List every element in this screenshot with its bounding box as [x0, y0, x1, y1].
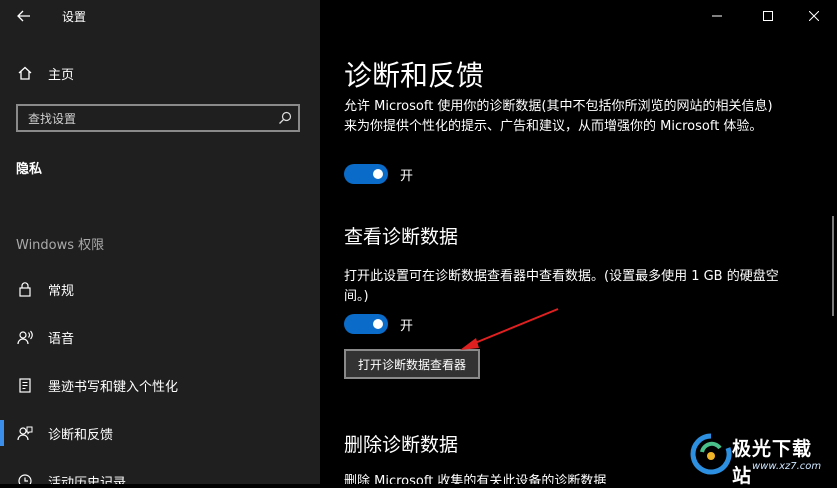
search-box[interactable] [16, 104, 300, 132]
section-title: 隐私 [16, 162, 43, 177]
sidebar-item-inking-typing[interactable]: 墨迹书写和键入个性化 [0, 365, 320, 405]
sidebar: 设置 主页 隐私 Windows 权限 常规 [0, 0, 320, 484]
group-header: Windows 权限 [16, 238, 105, 253]
sidebar-item-home[interactable]: 主页 [0, 53, 320, 93]
close-icon [809, 11, 819, 21]
sidebar-item-label: 活动历史记录 [48, 475, 127, 485]
delete-diagnostic-data-title: 删除诊断数据 [344, 434, 459, 456]
scrollbar-thumb[interactable] [832, 216, 834, 316]
toggle-knob [373, 319, 383, 329]
toggle-knob [373, 169, 383, 179]
diagnostic-data-toggle[interactable] [344, 164, 388, 184]
history-icon [16, 472, 34, 484]
sidebar-item-general[interactable]: 常规 [0, 269, 320, 309]
window-title: 设置 [62, 10, 87, 24]
sidebar-item-activity-history[interactable]: 活动历史记录 [0, 461, 320, 484]
watermark: 极光下载站 www.xz7.com [690, 430, 830, 487]
diagnostic-data-description: 允许 Microsoft 使用你的诊断数据(其中不包括你所浏览的网站的相关信息)… [344, 99, 773, 134]
main-content: 诊断和反馈 允许 Microsoft 使用你的诊断数据(其中不包括你所浏览的网站… [320, 0, 837, 484]
sidebar-item-label: 常规 [48, 283, 75, 299]
home-icon [16, 64, 34, 82]
sidebar-item-diagnostics-feedback[interactable]: 诊断和反馈 [0, 413, 320, 453]
feedback-icon [16, 424, 34, 442]
watermark-url: www.xz7.com [752, 461, 822, 472]
toggle-state-label: 开 [400, 169, 414, 184]
watermark-logo-icon [690, 433, 732, 475]
back-button[interactable] [12, 6, 36, 26]
close-button[interactable] [791, 0, 837, 32]
pen-document-icon [16, 376, 34, 394]
page-title: 诊断和反馈 [344, 59, 485, 92]
view-diagnostic-data-description: 打开此设置可在诊断数据查看器中查看数据。(设置最多使用 1 GB 的硬盘空间。) [344, 269, 779, 304]
sidebar-item-label: 墨迹书写和键入个性化 [48, 379, 179, 395]
sidebar-item-speech[interactable]: 语音 [0, 317, 320, 357]
minimize-icon [712, 15, 722, 17]
selected-indicator [0, 420, 4, 446]
maximize-icon [763, 11, 773, 21]
search-input[interactable] [26, 109, 270, 129]
search-icon[interactable] [278, 111, 292, 125]
maximize-button[interactable] [745, 0, 791, 32]
back-arrow-icon [17, 10, 30, 22]
sidebar-item-label: 主页 [48, 67, 75, 83]
sidebar-item-label: 语音 [48, 331, 75, 347]
toggle-state-label: 开 [400, 319, 414, 334]
minimize-button[interactable] [694, 0, 740, 32]
diagnostic-viewer-toggle[interactable] [344, 314, 388, 334]
annotation-arrow-icon [460, 308, 559, 350]
view-diagnostic-data-title: 查看诊断数据 [344, 226, 459, 248]
speech-icon [16, 328, 34, 346]
sidebar-item-label: 诊断和反馈 [48, 427, 114, 443]
lock-icon [16, 280, 34, 298]
